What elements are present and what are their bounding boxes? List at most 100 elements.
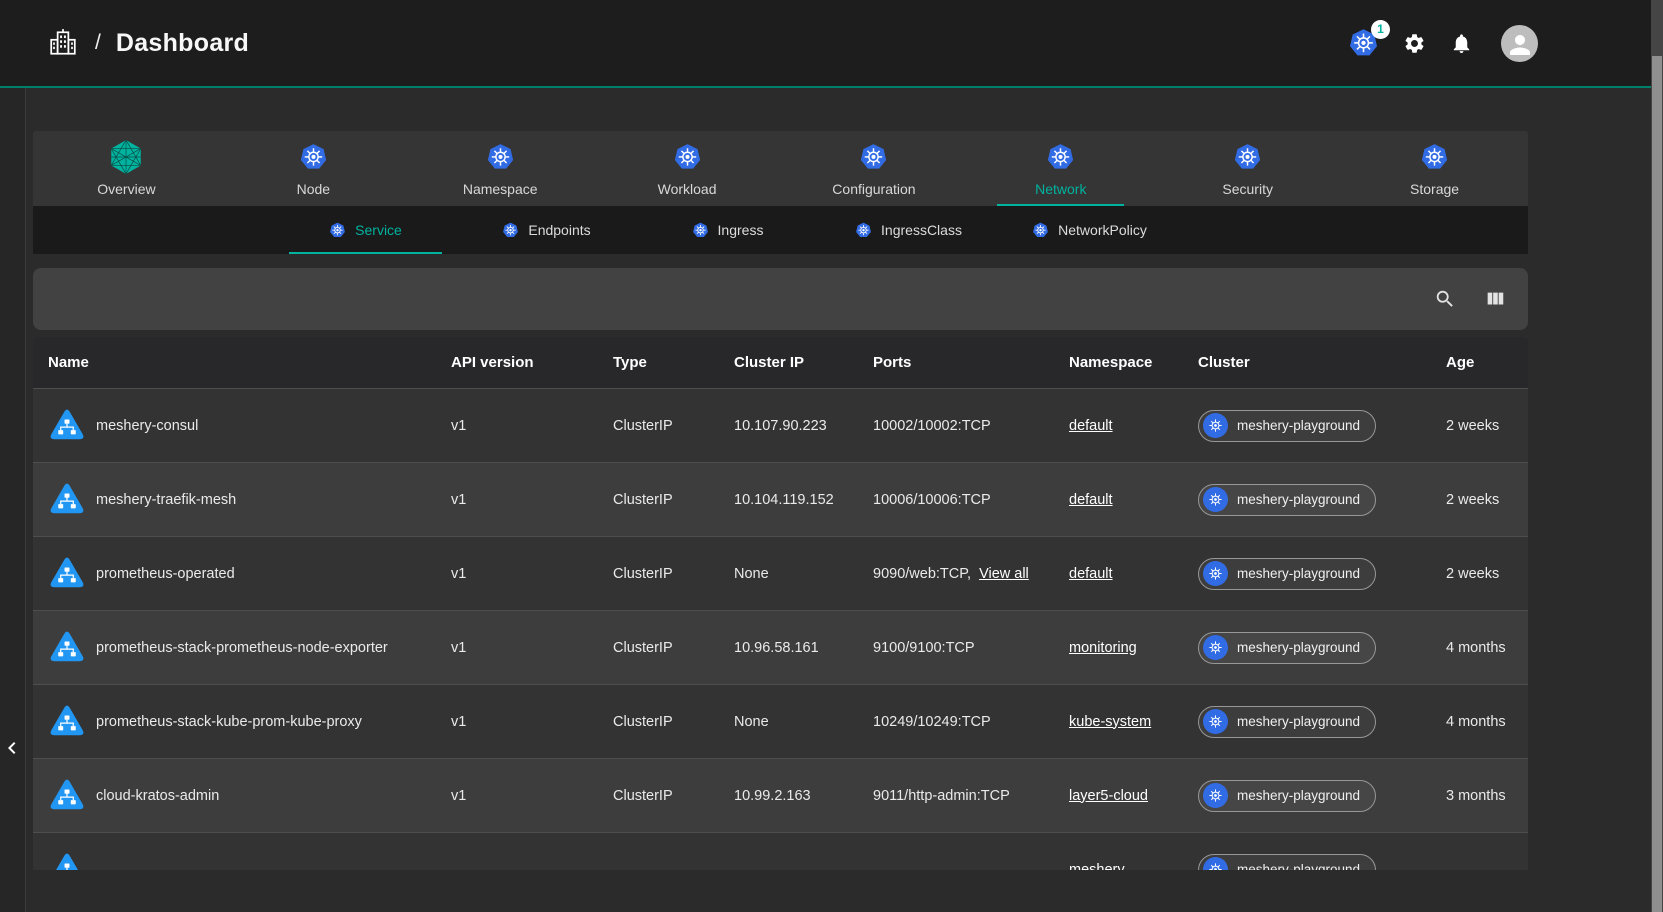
view-columns-icon (1484, 288, 1506, 310)
cell-age: 4 months (1446, 714, 1528, 730)
table-row-meshery-consul[interactable]: meshery-consul v1 ClusterIP 10.107.90.22… (33, 388, 1528, 462)
cell-namespace: default (1069, 566, 1198, 582)
cell-api-version: v1 (451, 566, 613, 582)
cluster-chip[interactable]: meshery-playground (1198, 632, 1376, 664)
column-header-ports: Ports (873, 354, 1069, 371)
network-resource-subtabs: Service Endpoints Ingress IngressClass N… (33, 206, 1528, 254)
header-accent-divider (0, 86, 1651, 88)
service-icon (48, 851, 86, 871)
table-row-prometheus-stack-prometheus-node-exporter[interactable]: prometheus-stack-prometheus-node-exporte… (33, 610, 1528, 684)
tab-label: Overview (97, 181, 155, 197)
kubernetes-icon (1420, 140, 1449, 174)
view-columns-button[interactable] (1484, 288, 1506, 310)
cell-cluster: meshery-playground (1198, 632, 1446, 664)
header-actions: 1 (1348, 25, 1538, 62)
table-row-meshery-traefik-mesh[interactable]: meshery-traefik-mesh v1 ClusterIP 10.104… (33, 462, 1528, 536)
subtab-endpoints[interactable]: Endpoints (456, 206, 637, 254)
cell-ports: 9011/http-admin:TCP (873, 788, 1069, 804)
subtab-service[interactable]: Service (275, 206, 456, 254)
table-toolbar (33, 268, 1528, 330)
tab-namespace[interactable]: Namespace (407, 131, 594, 206)
cell-namespace: default (1069, 492, 1198, 508)
page-title: Dashboard (116, 29, 249, 58)
namespace-link[interactable]: layer5-cloud (1069, 788, 1148, 804)
app-header: / Dashboard 1 (0, 0, 1651, 86)
tab-security[interactable]: Security (1154, 131, 1341, 206)
cell-cluster: meshery-playground (1198, 410, 1446, 442)
kubernetes-context-button[interactable]: 1 (1348, 28, 1379, 59)
scrollbar-thumb[interactable] (1652, 56, 1662, 912)
namespace-link[interactable]: monitoring (1069, 640, 1137, 656)
settings-button[interactable] (1403, 32, 1426, 55)
table-row-cloud-kratos-admin[interactable]: cloud-kratos-admin v1 ClusterIP 10.99.2.… (33, 758, 1528, 832)
cluster-chip[interactable]: meshery-playground (1198, 484, 1376, 516)
cluster-chip[interactable]: meshery-playground (1198, 558, 1376, 590)
cell-ports: 10249/10249:TCP (873, 714, 1069, 730)
cell-ports: 9100/9100:TCP (873, 640, 1069, 656)
search-button[interactable] (1434, 288, 1456, 310)
cell-cluster: meshery-playground (1198, 854, 1446, 871)
table-row-partial[interactable]: meshery meshery-playground (33, 832, 1528, 870)
tab-workload[interactable]: Workload (594, 131, 781, 206)
cell-age: 2 weeks (1446, 418, 1528, 434)
subtab-ingressclass[interactable]: IngressClass (818, 206, 999, 254)
organization-building-icon[interactable] (48, 28, 78, 58)
tab-configuration[interactable]: Configuration (781, 131, 968, 206)
kubernetes-icon (692, 222, 709, 239)
cell-api-version: v1 (451, 640, 613, 656)
subtab-label: Endpoints (528, 222, 590, 238)
cell-age: 2 weeks (1446, 492, 1528, 508)
sidebar-collapse-button[interactable] (0, 733, 24, 763)
subtab-ingress[interactable]: Ingress (637, 206, 818, 254)
cell-api-version: v1 (451, 492, 613, 508)
kubernetes-icon (1203, 709, 1228, 734)
cell-type: ClusterIP (613, 418, 734, 434)
dashboard-content: Overview Node Namespace Workload Configu… (33, 88, 1528, 870)
cluster-chip[interactable]: meshery-playground (1198, 706, 1376, 738)
namespace-link[interactable]: meshery (1069, 862, 1125, 871)
tab-storage[interactable]: Storage (1341, 131, 1528, 206)
kubernetes-icon (329, 222, 346, 239)
tab-node[interactable]: Node (220, 131, 407, 206)
subtab-networkpolicy[interactable]: NetworkPolicy (999, 206, 1180, 254)
tab-overview[interactable]: Overview (33, 131, 220, 206)
cell-cluster: meshery-playground (1198, 558, 1446, 590)
table-body: meshery-consul v1 ClusterIP 10.107.90.22… (33, 388, 1528, 870)
cell-namespace: layer5-cloud (1069, 788, 1198, 804)
cell-cluster-ip: 10.107.90.223 (734, 418, 873, 434)
table-row-prometheus-operated[interactable]: prometheus-operated v1 ClusterIP None 90… (33, 536, 1528, 610)
service-icon (48, 481, 86, 519)
namespace-link[interactable]: default (1069, 566, 1113, 582)
namespace-link[interactable]: kube-system (1069, 714, 1151, 730)
cell-type: ClusterIP (613, 640, 734, 656)
cell-type: ClusterIP (613, 492, 734, 508)
tab-network[interactable]: Network (967, 131, 1154, 206)
kubernetes-icon (855, 222, 872, 239)
cluster-chip[interactable]: meshery-playground (1198, 780, 1376, 812)
kubernetes-icon (502, 222, 519, 239)
notifications-button[interactable] (1450, 32, 1473, 55)
column-header-api-version: API version (451, 354, 613, 371)
namespace-link[interactable]: default (1069, 492, 1113, 508)
tab-label: Namespace (463, 181, 538, 197)
column-header-cluster-ip: Cluster IP (734, 354, 873, 371)
service-name: meshery-traefik-mesh (96, 492, 236, 508)
cell-age: 4 months (1446, 640, 1528, 656)
bell-icon (1450, 32, 1473, 55)
namespace-link[interactable]: default (1069, 418, 1113, 434)
subtab-label: IngressClass (881, 222, 962, 238)
user-avatar[interactable] (1501, 25, 1538, 62)
tab-label: Workload (658, 181, 717, 197)
kubernetes-icon (1203, 857, 1228, 870)
cluster-chip[interactable]: meshery-playground (1198, 410, 1376, 442)
table-row-prometheus-stack-kube-prom-kube-proxy[interactable]: prometheus-stack-kube-prom-kube-proxy v1… (33, 684, 1528, 758)
search-icon (1434, 288, 1456, 310)
cell-cluster-ip: 10.104.119.152 (734, 492, 873, 508)
cell-age: 3 months (1446, 788, 1528, 804)
view-all-ports-link[interactable]: View all (979, 566, 1029, 582)
cell-type: ClusterIP (613, 714, 734, 730)
page-scrollbar[interactable] (1651, 0, 1663, 912)
cell-cluster-ip: 10.96.58.161 (734, 640, 873, 656)
cluster-chip[interactable]: meshery-playground (1198, 854, 1376, 871)
kubernetes-icon (1046, 140, 1075, 174)
